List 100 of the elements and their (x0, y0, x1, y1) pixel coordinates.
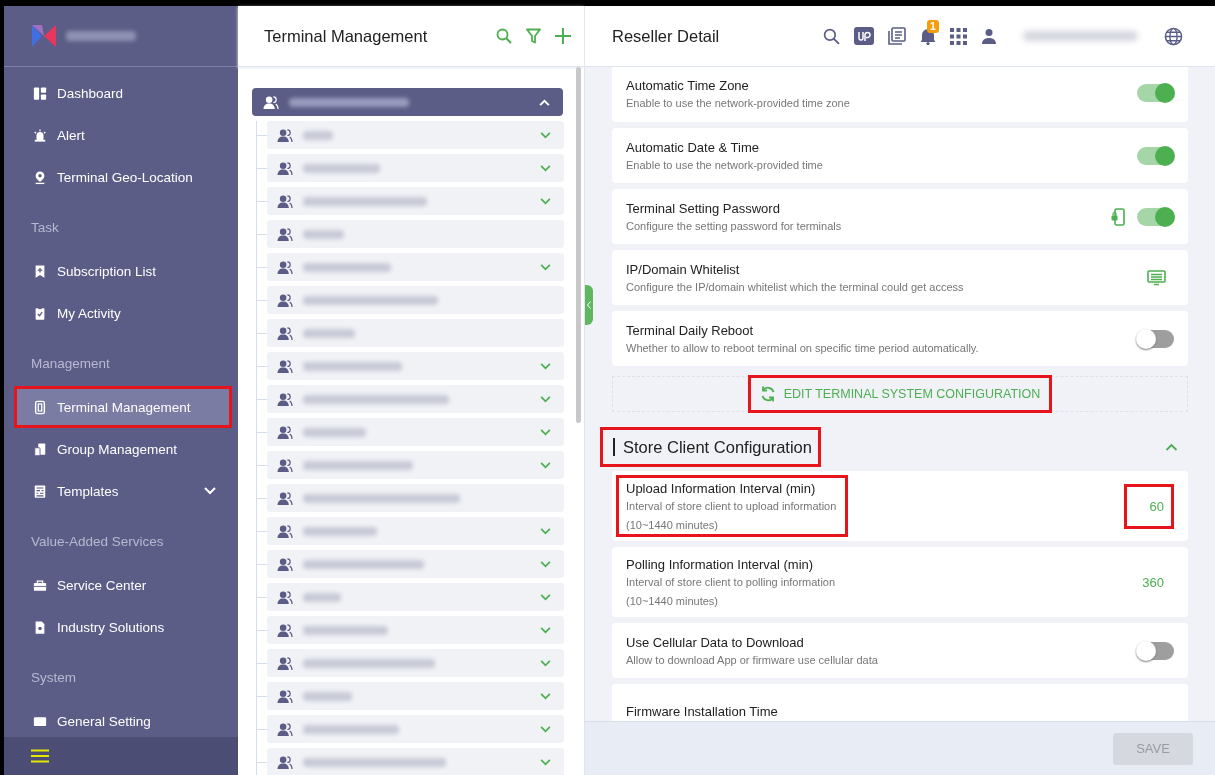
toggle-switch[interactable] (1137, 207, 1174, 226)
collapse-handle[interactable] (585, 285, 593, 325)
setting-title: Terminal Setting Password (626, 201, 781, 216)
group-icon (277, 193, 293, 209)
chevron-down-icon[interactable] (540, 593, 551, 601)
sidebar-item[interactable]: Terminal Management (14, 386, 232, 428)
apps-grid-icon[interactable] (950, 27, 967, 45)
chevron-down-icon[interactable] (540, 725, 551, 733)
section-label: Value-Added Services (30, 533, 165, 551)
alarm-light-icon (33, 127, 47, 143)
clipboard-check-icon (33, 305, 47, 321)
chevron-left-icon (587, 301, 591, 309)
section-label: Management (30, 355, 111, 373)
setting-description: Configure the IP/domain whitelist which the terminal could get access (626, 281, 965, 293)
sidebar-item[interactable]: Dashboard (14, 72, 232, 114)
group-icon (277, 490, 293, 506)
terminal-device-icon (33, 399, 47, 415)
redacted-text (303, 691, 352, 701)
chevron-down-icon[interactable] (540, 461, 551, 469)
tree-item[interactable] (267, 583, 564, 611)
chevron-down-icon[interactable] (540, 692, 551, 700)
sidebar-item[interactable]: Terminal Geo-Location (14, 156, 232, 198)
sidebar-item[interactable]: Group Management (14, 428, 232, 470)
toggle-switch[interactable] (1137, 641, 1174, 660)
devices-icon (33, 441, 47, 457)
tree-item[interactable] (267, 385, 564, 413)
refresh-icon (759, 386, 776, 402)
tree-item[interactable] (267, 682, 564, 710)
filter-icon[interactable] (526, 28, 541, 44)
group-icon (263, 94, 279, 110)
chevron-down-icon[interactable] (540, 626, 551, 634)
setting-description: Interval of store client to upload information (626, 500, 837, 512)
chevron-down-icon[interactable] (540, 395, 551, 403)
setting-description: Configure the setting password for terminals (626, 220, 843, 232)
document-icon (33, 619, 47, 635)
setting-title: Use Cellular Data to Download (626, 635, 805, 650)
sidebar-item[interactable]: Subscription List (14, 250, 232, 292)
tree-item[interactable] (267, 319, 564, 347)
group-icon (277, 292, 293, 308)
redacted-text (303, 229, 344, 239)
toggle-switch[interactable] (1137, 84, 1174, 102)
chevron-down-icon[interactable] (540, 131, 551, 139)
menu-icon[interactable] (31, 749, 49, 763)
tree-item[interactable] (267, 352, 564, 380)
toggle-switch[interactable] (1137, 146, 1174, 165)
add-icon[interactable] (555, 28, 571, 44)
search-icon[interactable] (496, 28, 512, 44)
tree-item[interactable] (267, 418, 564, 446)
tree-item[interactable] (267, 187, 564, 215)
globe-icon[interactable] (1164, 26, 1183, 46)
chevron-down-icon[interactable] (540, 758, 551, 766)
tree-item[interactable] (267, 154, 564, 182)
sidebar-item[interactable]: My Activity (14, 292, 232, 334)
tree-item[interactable] (267, 616, 564, 644)
user-icon[interactable] (981, 28, 997, 44)
setting-range: (10~1440 minutes) (626, 519, 720, 531)
chevron-down-icon[interactable] (540, 659, 551, 667)
group-icon (277, 721, 293, 737)
chevron-down-icon[interactable] (540, 263, 551, 271)
chevron-down-icon[interactable] (540, 560, 551, 568)
sidebar-item[interactable]: Alert (14, 114, 232, 156)
chevron-down-icon[interactable] (540, 164, 551, 172)
tree-item[interactable] (267, 649, 564, 677)
group-icon (277, 259, 293, 275)
group-icon (277, 391, 293, 407)
tree-item[interactable] (267, 748, 564, 775)
chevron-down-icon[interactable] (540, 428, 551, 436)
scrollbar[interactable] (576, 67, 581, 423)
setting-range: (10~1440 minutes) (626, 595, 720, 607)
document-list-icon[interactable] (888, 27, 906, 45)
section-label: System (30, 669, 77, 687)
tree-item[interactable] (267, 253, 564, 281)
tree-item[interactable] (267, 286, 564, 314)
tree-item[interactable] (267, 220, 564, 248)
tree-item[interactable] (267, 715, 564, 743)
toggle-switch[interactable] (1137, 329, 1174, 348)
search-icon[interactable] (823, 27, 840, 45)
sidebar-item[interactable]: Industry Solutions (14, 606, 232, 648)
dashboard-icon (33, 85, 47, 101)
logo-icon (30, 23, 58, 49)
list-screen-icon[interactable] (1147, 269, 1166, 286)
sidebar-item[interactable]: Templates (14, 470, 232, 512)
setting-description: Allow to download App or firmware use cellular data (626, 654, 879, 666)
chevron-down-icon[interactable] (540, 362, 551, 370)
sidebar-item[interactable]: General Setting (14, 700, 232, 737)
tree-item[interactable] (267, 451, 564, 479)
group-icon (277, 424, 293, 440)
phone-lock-icon[interactable] (1111, 207, 1125, 226)
tree-item[interactable] (267, 550, 564, 578)
chevron-down-icon[interactable] (540, 197, 551, 205)
redacted-text (303, 328, 355, 338)
notification-badge: 1 (927, 20, 939, 33)
tree-item[interactable] (267, 121, 564, 149)
setting-title: Terminal Daily Reboot (626, 323, 755, 338)
tree-item[interactable] (267, 484, 564, 512)
chevron-down-icon[interactable] (540, 527, 551, 535)
app-logo-icon[interactable] (854, 27, 874, 45)
tree-item[interactable] (267, 517, 564, 545)
setting-description: Enable to use the network-provided time (626, 159, 824, 171)
sidebar-item[interactable]: Service Center (14, 564, 232, 606)
